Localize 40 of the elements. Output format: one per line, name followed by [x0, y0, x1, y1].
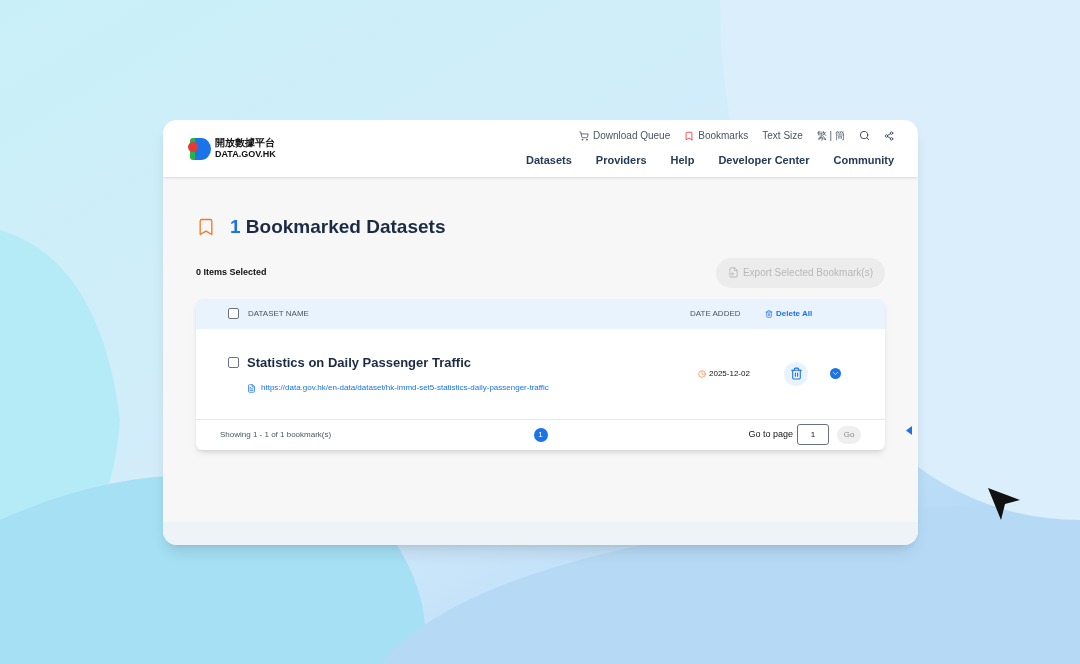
checkbox[interactable]: [228, 308, 239, 319]
logo-icon: [187, 135, 213, 162]
nav-link[interactable]: Datasets: [525, 152, 572, 169]
export-icon: [727, 267, 739, 278]
page-title: 1 Bookmarked Datasets: [230, 215, 446, 239]
trash-icon: [765, 309, 773, 318]
logo-english-name: DATA.GOV.HK: [215, 150, 276, 159]
checkbox[interactable]: [228, 357, 239, 368]
nav-link[interactable]: Help: [670, 152, 695, 169]
cart-icon: [578, 130, 589, 141]
trash-icon: [789, 367, 803, 380]
utility-link[interactable]: Bookmarks: [684, 128, 749, 144]
delete-all-link[interactable]: Delete All: [765, 307, 813, 320]
nav-link[interactable]: Providers: [595, 152, 647, 169]
collapse-arrow-icon: [906, 426, 912, 435]
showing-count: Showing 1 - 1 of 1 bookmark(s): [220, 428, 333, 441]
page-button[interactable]: 1: [533, 427, 548, 442]
page-input[interactable]: 1: [797, 424, 829, 445]
delete-button[interactable]: [784, 361, 808, 386]
bookmark-icon: [684, 130, 695, 141]
column-header: DATASET NAME: [248, 307, 310, 320]
language-toggle[interactable]: 繁 | 簡: [816, 128, 845, 144]
utility-link[interactable]: Text Size: [762, 128, 803, 144]
logo-chinese-name: 開放數據平台: [215, 138, 276, 148]
file-icon: [247, 383, 256, 393]
nav-link[interactable]: Community: [833, 152, 894, 169]
cursor-icon: [986, 486, 1022, 522]
share-icon[interactable]: [884, 130, 894, 141]
dataset-name[interactable]: Statistics on Daily Passenger Traffic: [247, 352, 471, 373]
expand-button[interactable]: [830, 368, 841, 379]
goto-label: Go to page: [748, 427, 793, 441]
nav-link[interactable]: Developer Center: [718, 152, 810, 169]
column-header: DATE ADDED: [690, 307, 742, 320]
dataset-link[interactable]: https://data.gov.hk/en-data/dataset/hk-immd-set5-statistics-daily-passenger-traffic: [247, 382, 698, 395]
search-icon[interactable]: [859, 130, 870, 142]
date-added: 2025-12-02: [698, 367, 784, 380]
clock-icon: [698, 369, 706, 378]
selection-count: 0 Items Selected: [196, 265, 267, 279]
chevron-down-icon: [831, 369, 840, 378]
utility-link[interactable]: Download Queue: [578, 128, 671, 144]
